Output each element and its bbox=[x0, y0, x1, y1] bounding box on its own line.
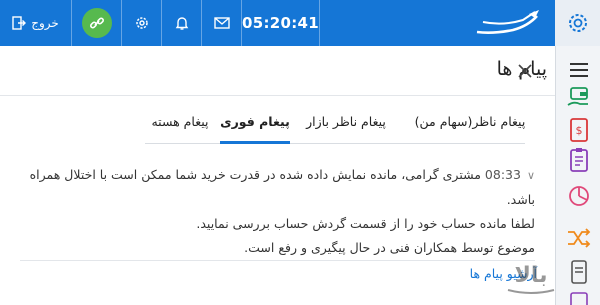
pie-chart-icon bbox=[569, 186, 589, 206]
wallet-hand-icon bbox=[567, 87, 588, 106]
sidebar-item-portfolio[interactable] bbox=[565, 84, 593, 112]
settings-button[interactable] bbox=[122, 0, 162, 46]
dollar-document-icon: $ bbox=[570, 118, 588, 142]
messages-panel: پیام ها پیغام ناظر(سهام من) پیغام ناظر ب… bbox=[0, 46, 555, 305]
gear-icon bbox=[135, 17, 148, 29]
connection-status-button[interactable] bbox=[72, 0, 122, 46]
sidebar-item-transfer[interactable] bbox=[565, 224, 593, 252]
sidebar-item-orders[interactable] bbox=[565, 146, 593, 174]
tab-market-supervisor[interactable]: پیغام ناظر بازار bbox=[296, 108, 396, 144]
bell-icon bbox=[175, 17, 188, 30]
message-tabs: پیغام ناظر(سهام من) پیغام ناظر بازار پیغ… bbox=[0, 108, 555, 144]
connection-indicator bbox=[81, 8, 112, 38]
mail-button[interactable] bbox=[202, 0, 242, 46]
message-line-3: موضوع توسط همکاران فنی در حال پیگیری و ر… bbox=[244, 240, 535, 255]
tab-core-message[interactable]: پیغام هسته bbox=[145, 108, 215, 144]
sidebar-item-report[interactable] bbox=[565, 258, 593, 286]
chevron-down-icon[interactable]: ∨ bbox=[527, 169, 535, 182]
logo-icon bbox=[476, 10, 539, 34]
mail-icon bbox=[213, 17, 230, 29]
grid-icon bbox=[570, 292, 588, 305]
hamburger-icon bbox=[570, 63, 588, 77]
gear-icon bbox=[568, 14, 587, 32]
menu-button[interactable] bbox=[565, 56, 593, 84]
tab-supervisor-my-stocks[interactable]: پیغام ناظر(سهام من) bbox=[400, 108, 540, 144]
tab-instant-message[interactable]: پیغام فوری bbox=[220, 108, 290, 144]
top-bar: خروج 05:20:41 bbox=[0, 0, 600, 46]
watermark-logo: بالا bbox=[507, 263, 555, 294]
shuffle-icon bbox=[568, 228, 591, 248]
close-icon[interactable] bbox=[514, 60, 536, 82]
document-icon bbox=[571, 260, 587, 284]
message-item: ∨ 08:33 مشتری گرامی، مانده نمایش داده شد… bbox=[20, 163, 535, 260]
message-divider bbox=[20, 260, 535, 261]
exit-icon bbox=[12, 16, 27, 30]
message-line-1: ∨ 08:33 مشتری گرامی، مانده نمایش داده شد… bbox=[20, 163, 535, 212]
exit-button[interactable]: خروج bbox=[0, 0, 72, 46]
svg-text:بالا: بالا bbox=[515, 263, 548, 288]
clock: 05:20:41 bbox=[242, 0, 320, 46]
link-icon bbox=[89, 17, 104, 29]
main-settings-button[interactable] bbox=[555, 0, 600, 46]
message-time: 08:33 bbox=[484, 167, 521, 182]
sidebar-item-invoice[interactable]: $ bbox=[565, 116, 593, 144]
sidebar-item-chart[interactable] bbox=[565, 182, 593, 210]
clipboard-icon bbox=[570, 148, 588, 172]
message-text-1: مشتری گرامی، مانده نمایش داده شده در قدر… bbox=[29, 167, 535, 207]
svg-text:$: $ bbox=[576, 124, 583, 137]
exit-label: خروج bbox=[31, 16, 59, 30]
notifications-button[interactable] bbox=[162, 0, 202, 46]
active-tab-indicator bbox=[220, 141, 290, 144]
clock-time: 05:20:41 bbox=[241, 14, 320, 32]
panel-header: پیام ها bbox=[0, 46, 555, 96]
message-line-2: لطفا مانده حساب خود را از قسمت گردش حساب… bbox=[196, 216, 535, 231]
sidebar-item-more[interactable] bbox=[565, 286, 593, 305]
brand-logo bbox=[460, 0, 555, 46]
tabs-divider bbox=[145, 143, 525, 144]
